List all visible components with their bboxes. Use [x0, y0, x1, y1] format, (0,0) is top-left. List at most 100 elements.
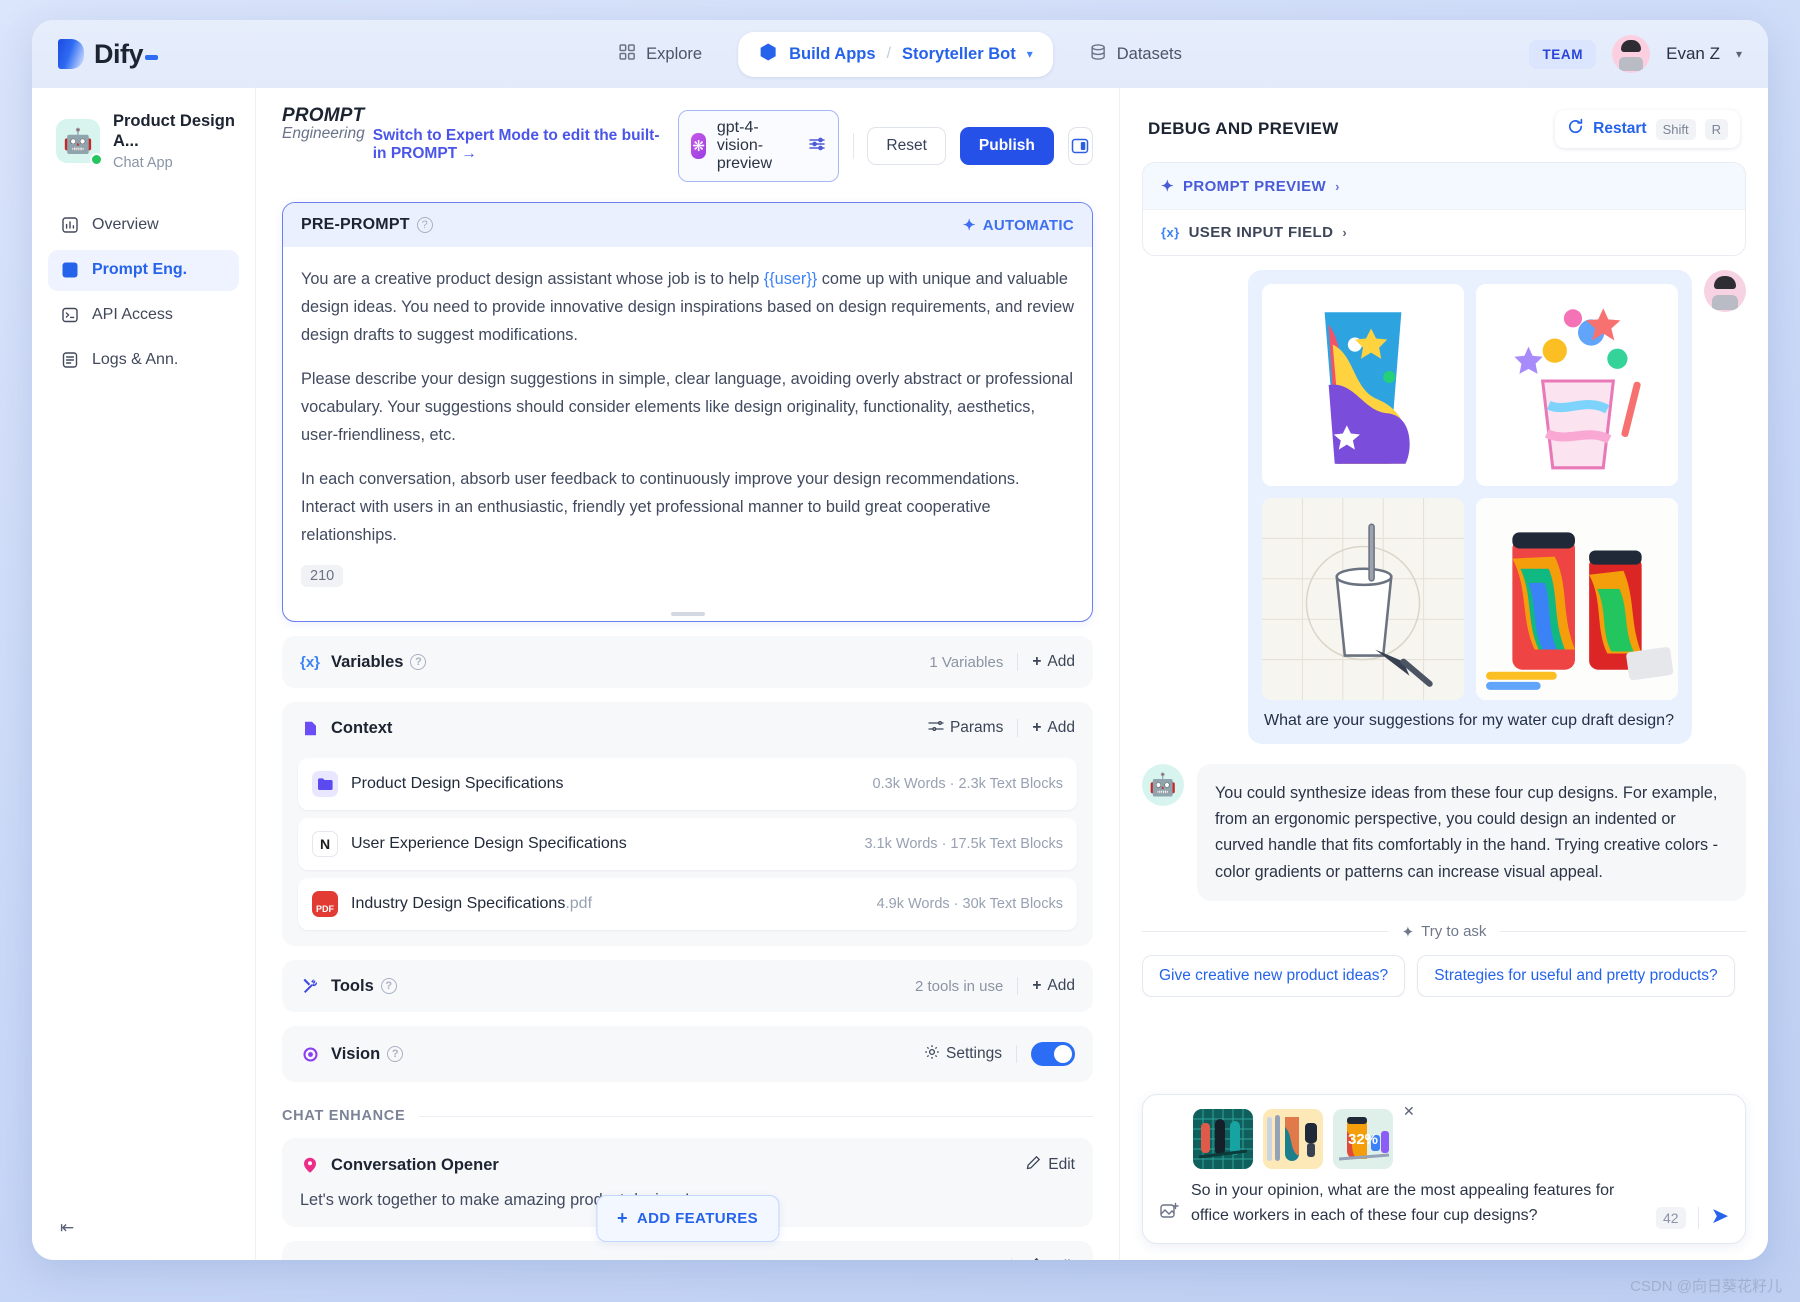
- model-selector[interactable]: ❋ gpt-4-vision-preview: [678, 110, 838, 182]
- vision-toggle[interactable]: [1031, 1042, 1075, 1066]
- reset-button[interactable]: Reset: [867, 127, 946, 165]
- pre-prompt-para-2: Please describe your design suggestions …: [301, 365, 1074, 449]
- add-context-button[interactable]: +Add: [1032, 719, 1075, 737]
- nav-datasets[interactable]: Datasets: [1075, 34, 1196, 75]
- grid-icon: [618, 43, 636, 66]
- avatar[interactable]: [1612, 35, 1650, 73]
- add-tool-button[interactable]: +Add: [1032, 977, 1075, 995]
- braces-icon: {x}: [1161, 225, 1180, 240]
- sliders-icon[interactable]: [808, 135, 826, 158]
- collapse-sidebar-button[interactable]: ⇤: [48, 1210, 86, 1246]
- database-icon: [1089, 43, 1107, 66]
- resize-handle[interactable]: [283, 607, 1092, 621]
- sidebar-item-prompt-eng[interactable]: Prompt Eng.: [48, 250, 239, 291]
- app-window: Dify Explore Build Apps: [32, 20, 1768, 1260]
- list-item[interactable]: N User Experience Design Specifications …: [298, 818, 1077, 870]
- pre-prompt-body[interactable]: You are a creative product design assist…: [283, 247, 1092, 607]
- plus-icon: +: [1032, 977, 1041, 995]
- try-to-ask-label: ✦ Try to ask: [1402, 923, 1487, 941]
- divider: [1017, 977, 1018, 995]
- debug-preview-header: DEBUG AND PREVIEW Restart Shift R: [1142, 106, 1746, 162]
- sparkles-icon: ✦: [963, 216, 976, 234]
- variables-actions: 1 Variables +Add: [929, 653, 1075, 671]
- add-variable-button[interactable]: +Add: [1032, 653, 1075, 671]
- restart-label: Restart: [1593, 120, 1646, 138]
- breadcrumb-separator: /: [887, 45, 891, 63]
- restart-icon: [1567, 118, 1584, 140]
- pencil-icon: [1026, 1155, 1041, 1175]
- sidebar-item-overview-label: Overview: [92, 216, 159, 234]
- image-thumbnail[interactable]: [1262, 284, 1464, 486]
- terminal-icon: [60, 306, 79, 325]
- variables-section: {x} Variables ? 1 Variables +Add: [282, 636, 1093, 688]
- app-type: Chat App: [113, 155, 235, 171]
- chat-enhance-divider: CHAT ENHANCE: [282, 1108, 1093, 1124]
- nav-explore[interactable]: Explore: [604, 34, 716, 75]
- user-input-field-label: USER INPUT FIELD: [1189, 224, 1334, 241]
- add-features-button[interactable]: + ADD FEATURES: [596, 1195, 779, 1242]
- opening-suggestion-actions: 3 Suggestions Edit: [902, 1257, 1075, 1260]
- prompt-preview-row[interactable]: ✦ PROMPT PREVIEW ›: [1143, 163, 1745, 209]
- app-header[interactable]: 🤖 Product Design A... Chat App: [48, 110, 239, 171]
- send-button[interactable]: ➤: [1711, 1203, 1729, 1229]
- add-context-label: Add: [1047, 719, 1075, 737]
- kbd-shift: Shift: [1656, 119, 1696, 140]
- toggle-panel-button[interactable]: [1068, 127, 1093, 165]
- close-icon[interactable]: ✕: [1403, 1103, 1415, 1120]
- opening-suggestion-count: 3 Suggestions: [902, 1259, 997, 1260]
- context-item-name-text: Industry Design Specifications: [351, 895, 565, 912]
- context-item-name-text: Product Design Specifications: [351, 775, 564, 792]
- brand-logo[interactable]: Dify: [58, 39, 158, 70]
- opening-suggestion-section: ? Opening Suggestion 3 Suggestions Edit: [282, 1241, 1093, 1260]
- try-to-ask-divider: ✦ Try to ask: [1142, 923, 1746, 941]
- add-image-icon[interactable]: [1159, 1201, 1179, 1229]
- divider: [1011, 1258, 1012, 1260]
- edit-opening-suggestion-button[interactable]: Edit: [1026, 1257, 1075, 1260]
- composer-input[interactable]: So in your opinion, what are the most ap…: [1191, 1179, 1644, 1229]
- robot-icon: 🤖: [56, 119, 100, 163]
- expert-mode-link[interactable]: Switch to Expert Mode to edit the built-…: [373, 106, 669, 163]
- help-icon[interactable]: ?: [417, 217, 433, 233]
- brand-name: Dify: [94, 39, 158, 70]
- robot-emoji: 🤖: [63, 127, 93, 156]
- bot-name-label[interactable]: Storyteller Bot: [902, 45, 1016, 64]
- suggestion-chip[interactable]: Give creative new product ideas?: [1142, 955, 1405, 997]
- sidebar-item-logs-label: Logs & Ann.: [92, 351, 178, 369]
- help-icon[interactable]: ?: [381, 978, 397, 994]
- variable-token: {{user}}: [764, 270, 817, 288]
- model-name-label: gpt-4-vision-preview: [717, 119, 797, 173]
- divider-line: [1142, 931, 1388, 932]
- watermark: CSDN @向日葵花籽儿: [1630, 1275, 1782, 1296]
- help-icon[interactable]: ?: [410, 654, 426, 670]
- context-actions: Params +Add: [928, 719, 1075, 738]
- team-badge[interactable]: TEAM: [1529, 40, 1596, 69]
- vision-label: Vision: [331, 1045, 380, 1064]
- attachment-thumbnail-uploading[interactable]: 32%: [1333, 1109, 1393, 1169]
- restart-button[interactable]: Restart Shift R: [1555, 110, 1740, 148]
- image-thumbnail[interactable]: [1476, 498, 1678, 700]
- nav-datasets-label: Datasets: [1117, 45, 1182, 64]
- list-item[interactable]: Product Design Specifications 0.3k Words…: [298, 758, 1077, 810]
- automatic-button[interactable]: ✦ AUTOMATIC: [963, 216, 1074, 234]
- list-item[interactable]: PDF Industry Design Specifications.pdf 4…: [298, 878, 1077, 930]
- attachment-thumbnail[interactable]: [1263, 1109, 1323, 1169]
- prompt-editor-scroll: PRE-PROMPT ? ✦ AUTOMATIC You are a creat…: [256, 192, 1119, 1260]
- attachment-thumbnail[interactable]: [1193, 1109, 1253, 1169]
- sidebar-item-logs[interactable]: Logs & Ann.: [48, 340, 239, 381]
- tools-actions: 2 tools in use +Add: [915, 977, 1075, 995]
- sidebar-item-api-access[interactable]: API Access: [48, 295, 239, 336]
- chevron-down-icon[interactable]: ▾: [1027, 47, 1033, 61]
- context-params-button[interactable]: Params: [928, 719, 1003, 738]
- help-icon[interactable]: ?: [387, 1046, 403, 1062]
- chevron-down-icon[interactable]: ▾: [1736, 47, 1742, 61]
- publish-button[interactable]: Publish: [960, 127, 1054, 165]
- image-thumbnail[interactable]: [1262, 498, 1464, 700]
- suggestion-chip[interactable]: Strategies for useful and pretty product…: [1417, 955, 1734, 997]
- nav-build-apps[interactable]: Build Apps / Storyteller Bot ▾: [738, 32, 1053, 77]
- chevron-right-icon: ›: [1342, 225, 1347, 240]
- sidebar-item-overview[interactable]: Overview: [48, 205, 239, 246]
- edit-conversation-opener-button[interactable]: Edit: [1026, 1155, 1075, 1175]
- image-thumbnail[interactable]: [1476, 284, 1678, 486]
- vision-settings-button[interactable]: Settings: [924, 1044, 1002, 1065]
- user-input-field-row[interactable]: {x} USER INPUT FIELD ›: [1143, 209, 1745, 255]
